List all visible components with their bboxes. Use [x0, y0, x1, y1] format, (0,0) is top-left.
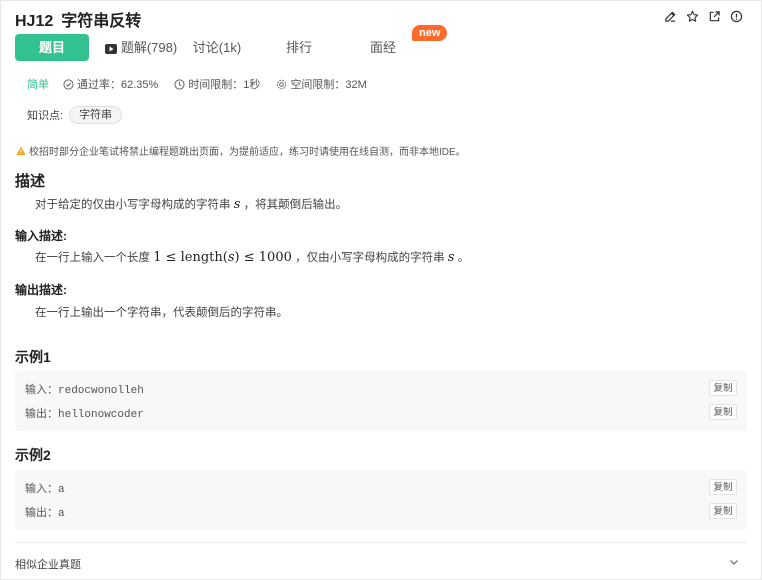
example-2-output: 输出：a [25, 507, 65, 520]
similar-questions-toggle[interactable]: 相似企业真题 [15, 556, 81, 572]
tab-interview[interactable]: 面经 [363, 34, 403, 61]
copy-button[interactable]: 复制 [709, 380, 737, 396]
example-1-output: 输出：hellonowcoder [25, 408, 144, 421]
edit-icon[interactable] [663, 9, 677, 23]
length-constraint: 1 ≤ length(s) ≤ 1000 [153, 250, 292, 265]
problem-tabs: 题目 题解(798) 讨论(1k) 排行 面经 new [15, 25, 448, 61]
tab-discussion[interactable]: 讨论(1k) [185, 34, 249, 61]
star-icon[interactable] [685, 9, 699, 23]
external-link-icon[interactable] [707, 9, 721, 23]
problem-title: 字符串反转 [61, 13, 142, 30]
tab-ranking[interactable]: 排行 [279, 34, 319, 61]
copy-button[interactable]: 复制 [709, 479, 737, 495]
problem-id: HJ12 [15, 13, 54, 30]
example-1-heading: 示例1 [15, 349, 51, 365]
warning-icon [16, 146, 26, 155]
chevron-down-icon[interactable] [729, 557, 739, 567]
knowledge-points: 知识点: 字符串 [27, 106, 123, 124]
top-actions [663, 9, 743, 23]
tab-solutions[interactable]: 题解(798) [101, 34, 181, 61]
info-icon[interactable] [729, 9, 743, 23]
check-circle-icon [63, 78, 74, 90]
time-limit: 时间限制：1秒 [174, 76, 260, 92]
output-desc-text: 在一行上输出一个字符串，代表颠倒后的字符串。 [35, 307, 288, 319]
memory-limit: 空间限制：32M [276, 76, 367, 92]
video-icon [104, 44, 117, 54]
example-1-box: 输入：redocwonolleh 复制 输出：hellonowcoder 复制 [15, 371, 747, 431]
problem-panel: HJ12 字符串反转 题目 题解(798) 讨论(1k) 排行 面经 new 简单… [0, 0, 762, 580]
difficulty-label: 简单 [27, 79, 49, 91]
example-2-input: 输入：a [25, 483, 65, 496]
example-2-heading: 示例2 [15, 447, 51, 463]
example-1-input: 输入：redocwonolleh [25, 384, 144, 397]
problem-meta: 简单 通过率：62.35% 时间限制：1秒 空间限制：32M [27, 76, 383, 92]
section-divider [15, 542, 747, 543]
pass-rate: 通过率：62.35% [63, 76, 158, 92]
page-title: HJ12 字符串反转 [15, 7, 142, 30]
input-desc-heading: 输入描述: [15, 229, 67, 243]
copy-button[interactable]: 复制 [709, 404, 737, 420]
new-badge: new [412, 25, 448, 41]
output-desc-heading: 输出描述: [15, 283, 67, 297]
knowledge-label: 知识点: [27, 110, 64, 122]
copy-button[interactable]: 复制 [709, 503, 737, 519]
tab-problem[interactable]: 题目 [15, 34, 89, 61]
description-text: 对于给定的仅由小写字母构成的字符串 s ，将其颠倒后输出。 [35, 197, 348, 212]
knowledge-tag[interactable]: 字符串 [69, 106, 123, 124]
input-desc-text: 在一行上输入一个长度 1 ≤ length(s) ≤ 1000 ，仅由小写字母构… [35, 250, 470, 265]
gear-icon [277, 79, 287, 89]
clock-icon [174, 78, 185, 90]
example-2-box: 输入：a 复制 输出：a 复制 [15, 470, 747, 530]
description-heading: 描述 [15, 173, 46, 190]
exam-warning: 校招时部分企业笔试将禁止编程题跳出页面，为提前适应，练习时请使用在线自测，而非本… [16, 143, 466, 158]
